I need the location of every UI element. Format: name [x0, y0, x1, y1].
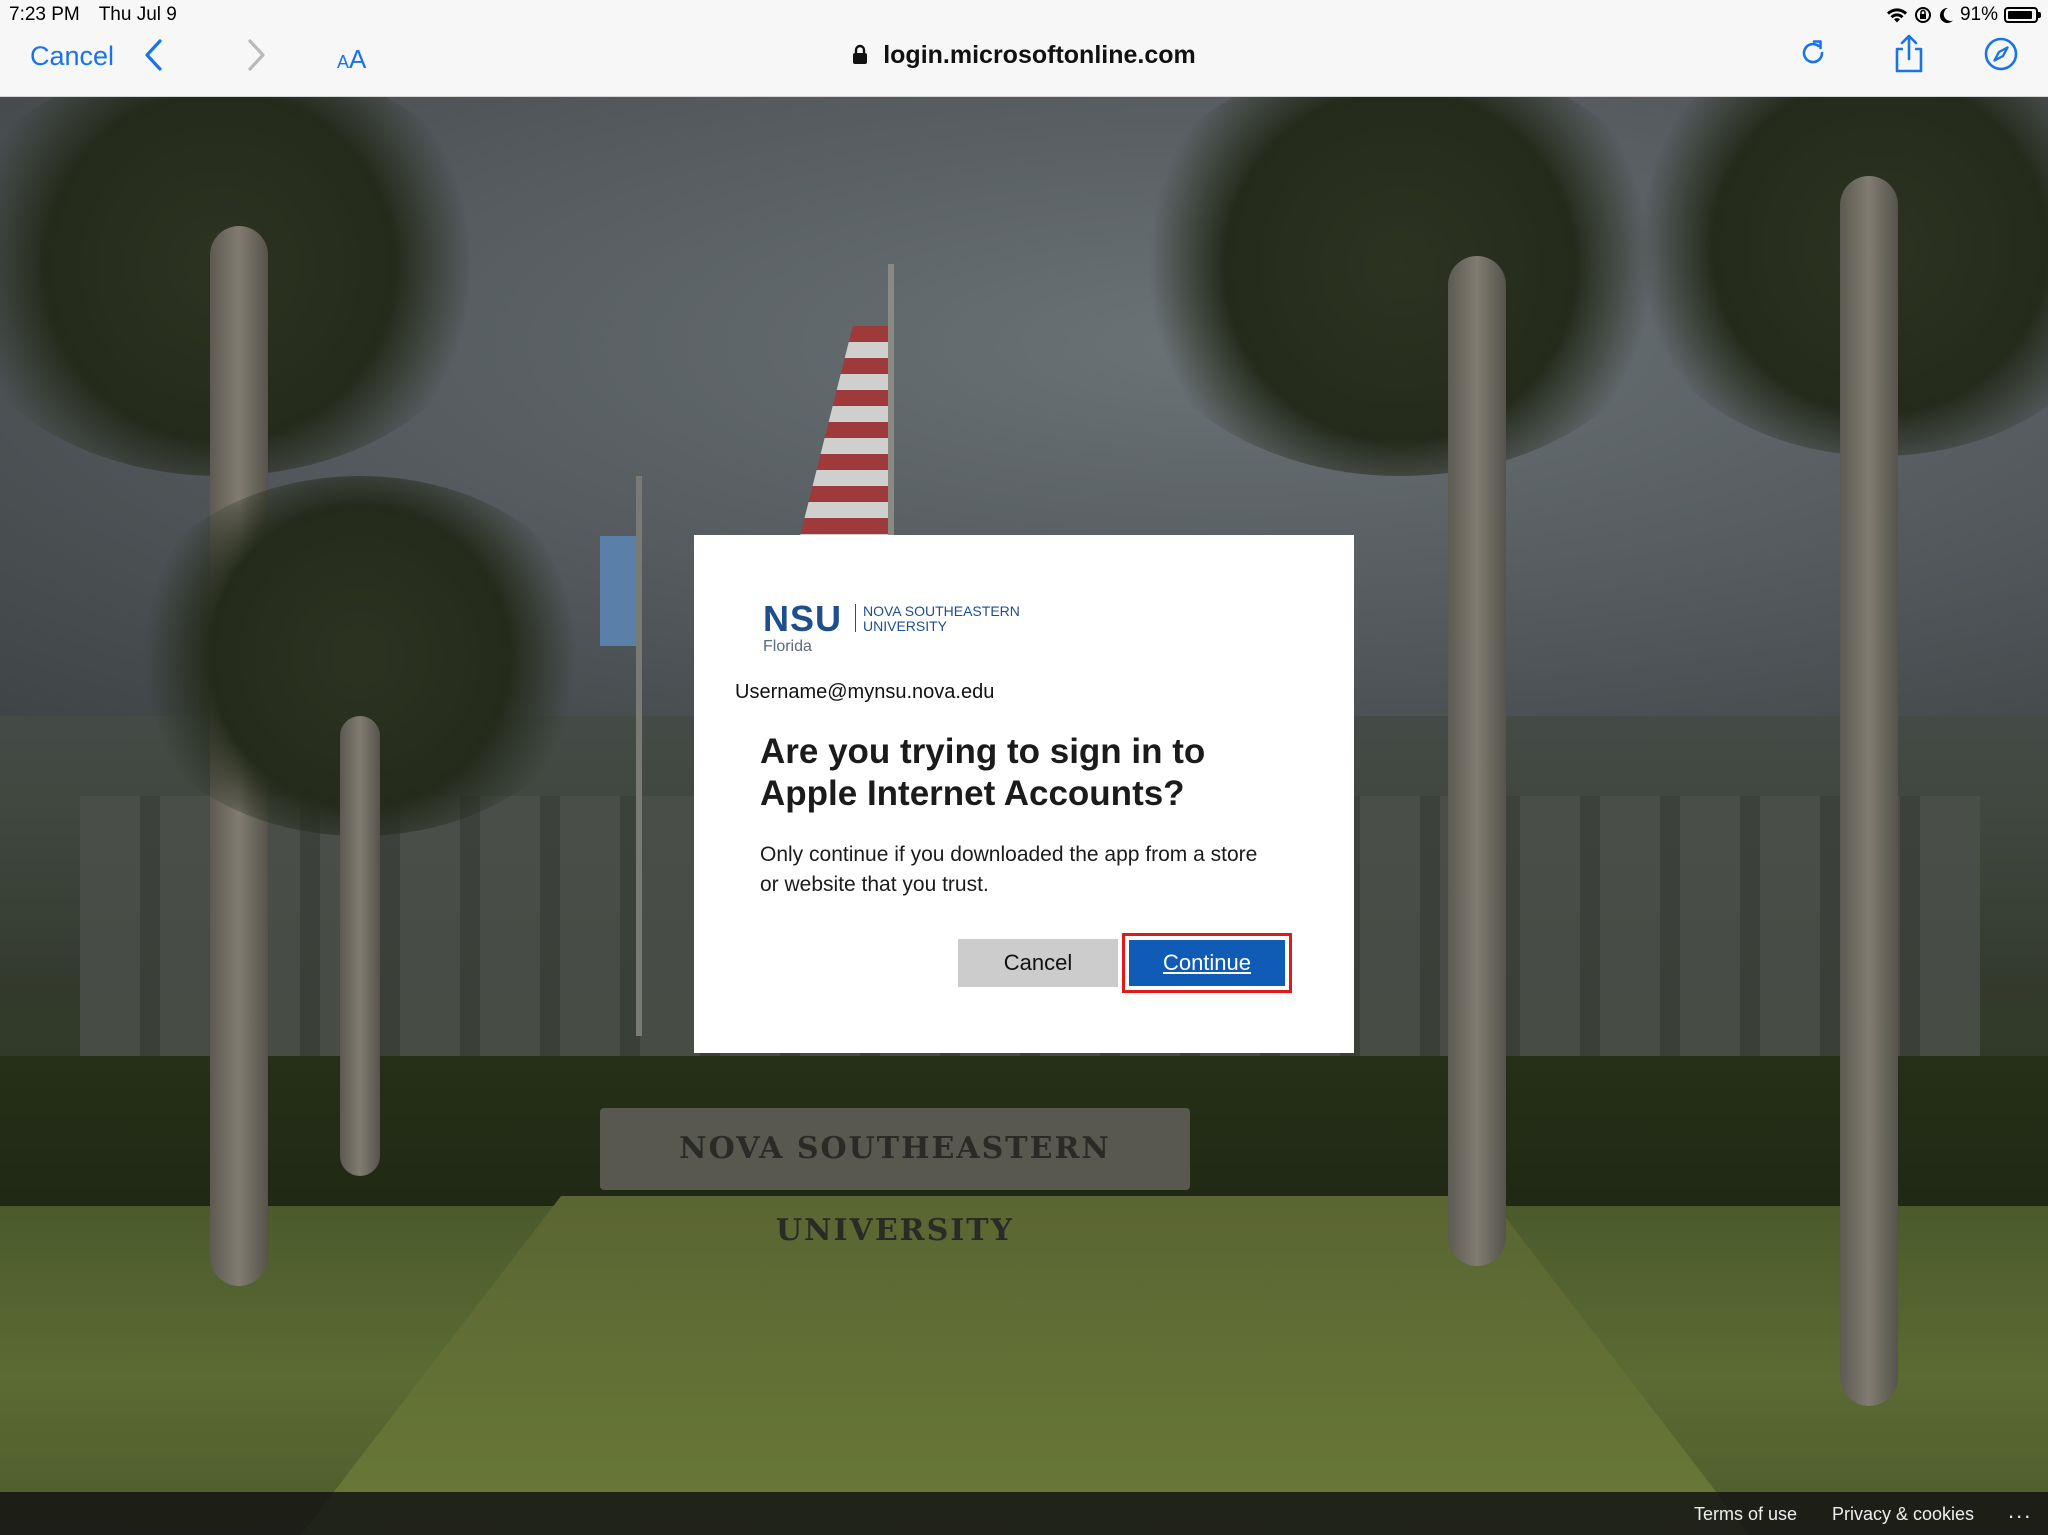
lock-icon — [853, 44, 868, 64]
page-footer: Terms of use Privacy & cookies ... — [0, 1492, 2048, 1535]
moon-icon — [1939, 7, 1953, 23]
more-options-button[interactable]: ... — [2008, 1498, 2032, 1524]
wifi-icon — [1886, 7, 1907, 22]
status-bar-right: 91% — [1886, 4, 2041, 26]
browser-chrome: 7:23 PM Thu Jul 9 91% Cancel AA login.mi — [0, 0, 2048, 97]
palm-trunk — [340, 716, 380, 1176]
status-bar-left: 7:23 PM Thu Jul 9 — [9, 4, 191, 26]
account-username: Username@mynsu.nova.edu — [735, 681, 995, 703]
dialog-title: Are you trying to sign in to Apple Inter… — [760, 732, 1206, 813]
nsu-logo: NSU Florida NOVA SOUTHEASTERN UNIVERSITY — [763, 598, 1020, 656]
continue-button[interactable]: Continue — [1129, 940, 1285, 986]
palm-trunk — [1448, 256, 1506, 1266]
university-sign: NOVA SOUTHEASTERN UNIVERSITY — [600, 1108, 1190, 1248]
battery-percent: 91% — [1959, 4, 1998, 25]
palm-trunk — [1840, 176, 1898, 1406]
battery-icon — [2004, 7, 2041, 23]
status-date: Thu Jul 9 — [98, 4, 177, 25]
address-bar[interactable]: login.microsoftonline.com — [0, 41, 2048, 70]
flag-pole — [636, 476, 642, 1036]
status-time: 7:23 PM — [9, 4, 80, 25]
blue-flag — [600, 536, 636, 646]
compass-icon[interactable] — [1983, 36, 2019, 72]
reload-icon[interactable] — [1796, 36, 1830, 70]
privacy-cookies-link[interactable]: Privacy & cookies — [1832, 1504, 1974, 1525]
url-text: login.microsoftonline.com — [883, 41, 1196, 69]
continue-highlight-box: Continue — [1122, 933, 1292, 993]
cancel-button[interactable]: Cancel — [958, 939, 1118, 987]
share-icon[interactable] — [1892, 34, 1926, 74]
terms-of-use-link[interactable]: Terms of use — [1694, 1504, 1797, 1525]
logo-subtitle: Florida — [763, 638, 812, 655]
sign-in-confirmation-dialog: NSU Florida NOVA SOUTHEASTERN UNIVERSITY… — [694, 535, 1354, 1053]
dialog-description: Only continue if you downloaded the app … — [760, 843, 1258, 896]
orientation-lock-icon — [1914, 7, 1931, 23]
logo-mark: NSU — [763, 598, 843, 639]
logo-name: NOVA SOUTHEASTERN UNIVERSITY — [863, 603, 1020, 634]
